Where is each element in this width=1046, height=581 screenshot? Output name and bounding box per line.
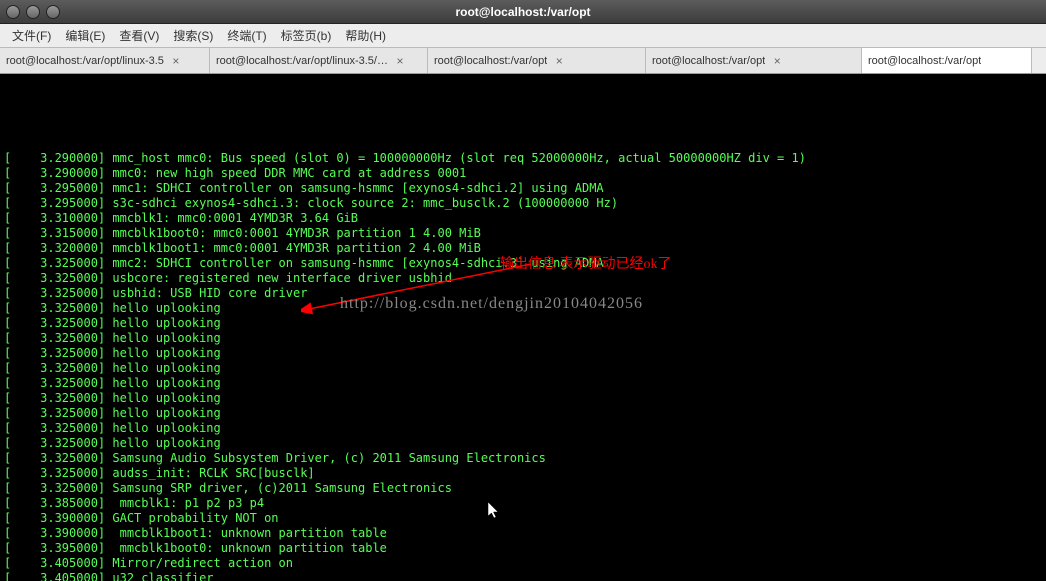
terminal-line: [ 3.325000] hello uplooking <box>4 421 1042 436</box>
terminal-line: [ 3.325000] hello uplooking <box>4 406 1042 421</box>
terminal-line: [ 3.325000] hello uplooking <box>4 331 1042 346</box>
tab-4[interactable]: root@localhost:/var/opt <box>862 48 1032 73</box>
tab-label: root@localhost:/var/opt/linux-3.5 <box>6 55 164 67</box>
terminal-line: [ 3.290000] mmc0: new high speed DDR MMC… <box>4 166 1042 181</box>
terminal-line: [ 3.315000] mmcblk1boot0: mmc0:0001 4YMD… <box>4 226 1042 241</box>
terminal-line: [ 3.295000] s3c-sdhci exynos4-sdhci.3: c… <box>4 196 1042 211</box>
terminal-line: [ 3.325000] usbhid: USB HID core driver <box>4 286 1042 301</box>
menubar: 文件(F) 编辑(E) 查看(V) 搜索(S) 终端(T) 标签页(b) 帮助(… <box>0 24 1046 48</box>
terminal-line: [ 3.325000] Samsung SRP driver, (c)2011 … <box>4 481 1042 496</box>
terminal-line: [ 3.395000] mmcblk1boot0: unknown partit… <box>4 541 1042 556</box>
tabbar: root@localhost:/var/opt/linux-3.5×root@l… <box>0 48 1046 74</box>
terminal-line: [ 3.405000] Mirror/redirect action on <box>4 556 1042 571</box>
terminal-line: [ 3.325000] audss_init: RCLK SRC[busclk] <box>4 466 1042 481</box>
terminal-line: [ 3.325000] hello uplooking <box>4 316 1042 331</box>
close-icon[interactable]: × <box>394 55 406 67</box>
terminal-line: [ 3.325000] Samsung Audio Subsystem Driv… <box>4 451 1042 466</box>
terminal-line: [ 3.325000] usbcore: registered new inte… <box>4 271 1042 286</box>
terminal-line: [ 3.325000] hello uplooking <box>4 436 1042 451</box>
tab-3[interactable]: root@localhost:/var/opt × <box>646 48 862 73</box>
tab-2[interactable]: root@localhost:/var/opt × <box>428 48 646 73</box>
terminal-line: [ 3.320000] mmcblk1boot1: mmc0:0001 4YMD… <box>4 241 1042 256</box>
menu-search[interactable]: 搜索(S) <box>167 25 219 46</box>
terminal-line: [ 3.325000] mmc2: SDHCI controller on sa… <box>4 256 1042 271</box>
window-controls <box>0 5 60 19</box>
terminal-line: [ 3.325000] hello uplooking <box>4 301 1042 316</box>
close-icon[interactable]: × <box>553 55 565 67</box>
terminal-line: [ 3.385000] mmcblk1: p1 p2 p3 p4 <box>4 496 1042 511</box>
terminal-line: [ 3.390000] GACT probability NOT on <box>4 511 1042 526</box>
terminal-line: [ 3.390000] mmcblk1boot1: unknown partit… <box>4 526 1042 541</box>
tab-label: root@localhost:/var/opt <box>868 55 981 67</box>
terminal-line: [ 3.325000] hello uplooking <box>4 376 1042 391</box>
terminal-line: [ 3.325000] hello uplooking <box>4 391 1042 406</box>
terminal-line: [ 3.325000] hello uplooking <box>4 361 1042 376</box>
menu-help[interactable]: 帮助(H) <box>339 25 392 46</box>
menu-file[interactable]: 文件(F) <box>6 25 57 46</box>
menu-tabs[interactable]: 标签页(b) <box>275 25 338 46</box>
terminal-line: [ 3.405000] u32 classifier <box>4 571 1042 581</box>
window-title: root@localhost:/var/opt <box>455 5 590 19</box>
close-icon[interactable]: × <box>771 55 783 67</box>
tab-label: root@localhost:/var/opt/linux-3.5/… <box>216 55 388 67</box>
tab-1[interactable]: root@localhost:/var/opt/linux-3.5/… × <box>210 48 428 73</box>
menu-terminal[interactable]: 终端(T) <box>221 25 272 46</box>
close-window-button[interactable] <box>6 5 20 19</box>
menu-view[interactable]: 查看(V) <box>113 25 165 46</box>
terminal-line: [ 3.295000] mmc1: SDHCI controller on sa… <box>4 181 1042 196</box>
tab-label: root@localhost:/var/opt <box>652 55 765 67</box>
titlebar: root@localhost:/var/opt <box>0 0 1046 24</box>
minimize-window-button[interactable] <box>26 5 40 19</box>
menu-edit[interactable]: 编辑(E) <box>59 25 111 46</box>
terminal-output[interactable]: 输出信息 表示驱动已经ok了 http://blog.csdn.net/deng… <box>0 74 1046 581</box>
terminal-line: [ 3.290000] mmc_host mmc0: Bus speed (sl… <box>4 151 1042 166</box>
tab-0[interactable]: root@localhost:/var/opt/linux-3.5 × <box>0 48 210 73</box>
close-icon[interactable]: × <box>170 55 182 67</box>
tab-label: root@localhost:/var/opt <box>434 55 547 67</box>
terminal-line: [ 3.325000] hello uplooking <box>4 346 1042 361</box>
maximize-window-button[interactable] <box>46 5 60 19</box>
terminal-line: [ 3.310000] mmcblk1: mmc0:0001 4YMD3R 3.… <box>4 211 1042 226</box>
